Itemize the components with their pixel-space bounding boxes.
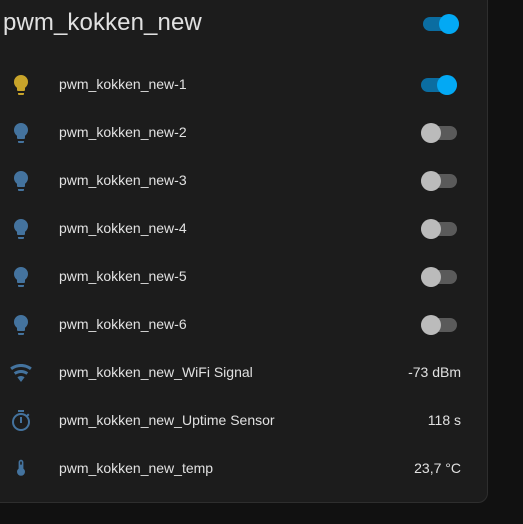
light-toggle-4[interactable]: [421, 219, 457, 239]
entity-row-light-6[interactable]: pwm_kokken_new-6: [3, 305, 463, 345]
entity-row-light-5[interactable]: pwm_kokken_new-5: [3, 257, 463, 297]
entity-name: pwm_kokken_new_temp: [59, 460, 214, 476]
entity-row-temperature[interactable]: pwm_kokken_new_temp 23,7 °C: [3, 449, 463, 489]
entity-row-light-1[interactable]: pwm_kokken_new-1: [3, 65, 463, 105]
lightbulb-icon: [9, 313, 33, 337]
light-toggle-2[interactable]: [421, 123, 457, 143]
card-header: pwm_kokken_new: [3, 7, 463, 41]
card-title: pwm_kokken_new: [3, 9, 202, 36]
entity-name: pwm_kokken_new-5: [59, 268, 187, 284]
timer-icon: [9, 409, 33, 433]
lightbulb-icon: [9, 217, 33, 241]
lightbulb-icon: [9, 169, 33, 193]
entity-name: pwm_kokken_new_WiFi Signal: [59, 364, 253, 380]
toggle-thumb: [421, 219, 441, 239]
entity-name: pwm_kokken_new-3: [59, 172, 187, 188]
toggle-thumb: [421, 171, 441, 191]
entity-row-light-3[interactable]: pwm_kokken_new-3: [3, 161, 463, 201]
entity-row-wifi-signal[interactable]: pwm_kokken_new_WiFi Signal -73 dBm: [3, 353, 463, 393]
entity-name: pwm_kokken_new-4: [59, 220, 187, 236]
light-toggle-1[interactable]: [421, 75, 457, 95]
wifi-icon: [9, 361, 33, 385]
entity-name: pwm_kokken_new-6: [59, 316, 187, 332]
sensor-value: 118 s: [427, 412, 461, 428]
toggle-thumb: [421, 267, 441, 287]
entity-row-light-2[interactable]: pwm_kokken_new-2: [3, 113, 463, 153]
toggle-thumb: [439, 14, 459, 34]
entity-name: pwm_kokken_new_Uptime Sensor: [59, 412, 275, 428]
sensor-value: -73 dBm: [408, 364, 461, 380]
sensor-value: 23,7 °C: [414, 460, 461, 476]
lightbulb-icon: [9, 73, 33, 97]
entity-row-light-4[interactable]: pwm_kokken_new-4: [3, 209, 463, 249]
lightbulb-icon: [9, 265, 33, 289]
entity-name: pwm_kokken_new-2: [59, 124, 187, 140]
toggle-thumb: [421, 123, 441, 143]
thermometer-icon: [9, 457, 33, 481]
light-toggle-6[interactable]: [421, 315, 457, 335]
toggle-thumb: [437, 75, 457, 95]
entity-row-uptime-sensor[interactable]: pwm_kokken_new_Uptime Sensor 118 s: [3, 401, 463, 441]
toggle-thumb: [421, 315, 441, 335]
light-toggle-5[interactable]: [421, 267, 457, 287]
entity-name: pwm_kokken_new-1: [59, 76, 187, 92]
master-toggle[interactable]: [423, 14, 459, 34]
entities-card: pwm_kokken_new pwm_kokken_new-1 pwm_kokk…: [0, 0, 488, 503]
light-toggle-3[interactable]: [421, 171, 457, 191]
lightbulb-icon: [9, 121, 33, 145]
